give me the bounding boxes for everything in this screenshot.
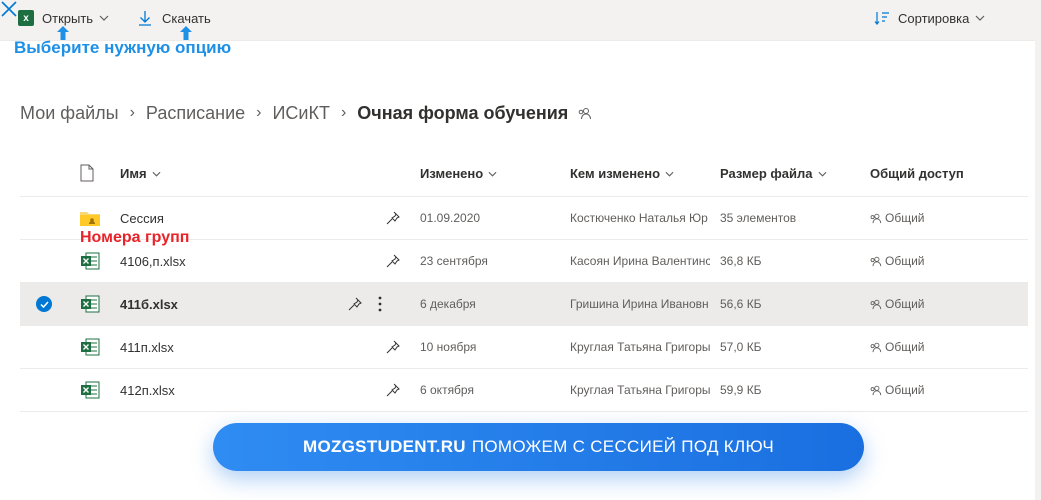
promo-banner[interactable]: MOZGSTUDENT.RU ПОМОЖЕМ С СЕССИЕЙ ПОД КЛЮ… xyxy=(213,423,864,471)
file-size: 57,0 КБ xyxy=(720,340,762,354)
chevron-right-icon: › xyxy=(340,104,347,121)
modified-by: Круглая Татьяна Григоры xyxy=(570,383,710,397)
modified-date: 6 декабря xyxy=(420,297,476,311)
modified-by: Касоян Ирина Валентинс xyxy=(570,254,710,268)
column-header-label: Общий доступ xyxy=(870,166,964,181)
column-header-size[interactable]: Размер файла xyxy=(720,166,827,181)
open-label: Открыть xyxy=(42,10,94,26)
shared-icon xyxy=(870,342,882,353)
chevron-down-icon xyxy=(665,171,674,177)
sharing-label: Общий xyxy=(885,254,925,268)
sharing-label: Общий xyxy=(885,383,925,397)
file-type-header-icon[interactable] xyxy=(80,164,94,182)
table-row[interactable]: 412п.xlsx 6 октября Круглая Татьяна Григ… xyxy=(20,369,1028,412)
column-header-label: Размер файла xyxy=(720,166,813,181)
chevron-down-icon xyxy=(152,171,161,177)
breadcrumb-current: Очная форма обучения xyxy=(357,102,569,123)
sharing-label: Общий xyxy=(885,297,925,311)
command-bar: x Открыть Скачать Сортировка xyxy=(0,0,1041,41)
sharing-label: Общий xyxy=(885,211,925,225)
chevron-down-icon xyxy=(488,171,497,177)
column-header-label: Кем изменено xyxy=(570,166,661,181)
chevron-down-icon xyxy=(975,15,985,21)
modified-date: 10 ноября xyxy=(420,340,477,354)
excel-file-icon xyxy=(80,369,100,411)
pin-icon[interactable] xyxy=(386,197,400,239)
sort-label: Сортировка xyxy=(898,10,970,26)
excel-file-icon xyxy=(80,283,100,325)
excel-file-icon xyxy=(80,326,100,368)
file-size: 35 элементов xyxy=(720,211,797,225)
column-header-name[interactable]: Имя xyxy=(120,166,161,181)
modified-by: Костюченко Наталья Юр xyxy=(570,211,708,225)
pin-icon[interactable] xyxy=(386,326,400,368)
sort-icon xyxy=(874,12,889,25)
download-icon xyxy=(139,11,151,26)
chevron-down-icon xyxy=(818,171,826,177)
chevron-down-icon[interactable] xyxy=(99,15,109,21)
file-name[interactable]: 411п.xlsx xyxy=(120,326,174,368)
banner-text: ПОМОЖЕМ С СЕССИЕЙ ПОД КЛЮЧ xyxy=(471,437,775,456)
download-button[interactable]: Скачать xyxy=(138,0,211,36)
shared-icon xyxy=(870,299,882,310)
sharing-status: Общий xyxy=(870,197,925,239)
sharing-status: Общий xyxy=(870,283,925,325)
file-name[interactable]: 412п.xlsx xyxy=(120,369,175,411)
option-hint: Выберите нужную опцию xyxy=(14,38,232,57)
modified-date: 6 октября xyxy=(420,383,474,397)
pin-icon[interactable] xyxy=(348,283,362,325)
column-header-sharing[interactable]: Общий доступ xyxy=(870,166,964,181)
modified-by: Круглая Татьяна Григоры xyxy=(570,340,710,354)
modified-date: 23 сентября xyxy=(420,254,488,268)
file-size: 59,9 КБ xyxy=(720,383,762,397)
breadcrumb-item[interactable]: Мои файлы xyxy=(20,103,119,124)
breadcrumb: Мои файлы › Расписание › ИСиКТ › Очная ф… xyxy=(20,100,592,126)
file-name[interactable]: 411б.xlsx xyxy=(120,283,178,325)
sharing-label: Общий xyxy=(885,340,925,354)
right-edge-panel xyxy=(1035,0,1041,500)
more-options-icon[interactable] xyxy=(378,283,382,325)
column-header-label: Изменено xyxy=(420,166,484,181)
banner-brand: MOZGSTUDENT.RU xyxy=(302,437,466,456)
shared-icon xyxy=(870,213,882,224)
modified-by: Гришина Ирина Ивановн xyxy=(570,297,709,311)
shared-icon xyxy=(870,256,882,267)
excel-icon: x xyxy=(18,10,34,26)
group-numbers-note: Номера групп xyxy=(80,229,190,246)
chevron-right-icon: › xyxy=(256,104,262,121)
breadcrumb-item[interactable]: Расписание xyxy=(146,103,245,124)
table-row[interactable]: 411б.xlsx 6 декабря Гришина Ирина Иванов… xyxy=(20,283,1028,326)
sharing-status: Общий xyxy=(870,326,925,368)
shared-icon xyxy=(578,108,592,120)
download-label: Скачать xyxy=(162,10,211,26)
column-header-modified[interactable]: Изменено xyxy=(420,166,497,181)
chevron-right-icon: › xyxy=(129,104,135,121)
column-header-modified-by[interactable]: Кем изменено xyxy=(570,166,674,181)
pin-icon[interactable] xyxy=(386,240,400,282)
modified-date: 01.09.2020 xyxy=(420,211,481,225)
pin-icon[interactable] xyxy=(386,369,400,411)
sharing-status: Общий xyxy=(870,240,925,282)
close-icon[interactable] xyxy=(0,0,18,18)
row-checkbox[interactable] xyxy=(36,283,52,325)
table-row[interactable]: 411п.xlsx 10 ноября Круглая Татьяна Григ… xyxy=(20,326,1028,369)
sharing-status: Общий xyxy=(870,369,925,411)
file-size: 56,6 КБ xyxy=(720,297,762,311)
shared-icon xyxy=(870,385,882,396)
sort-button[interactable]: Сортировка xyxy=(874,0,985,36)
checkmark-icon xyxy=(36,296,52,312)
file-size: 36,8 КБ xyxy=(720,254,762,268)
column-header-label: Имя xyxy=(120,166,147,181)
breadcrumb-item[interactable]: ИСиКТ xyxy=(272,103,329,124)
